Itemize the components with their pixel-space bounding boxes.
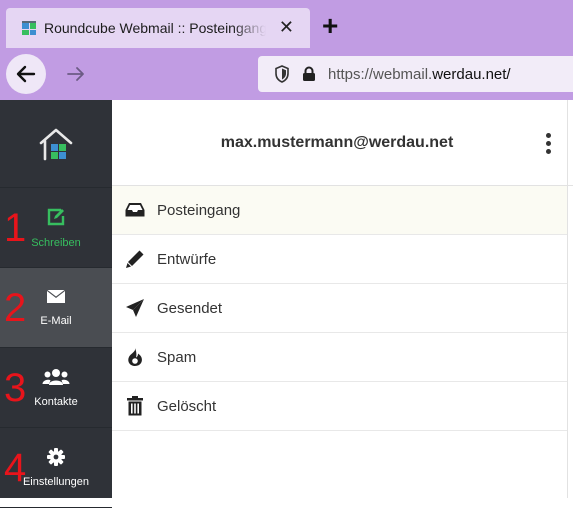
house-logo-icon [39, 128, 73, 160]
folder-label: Posteingang [157, 201, 241, 219]
browser-tab[interactable]: Roundcube Webmail :: Posteingang ✕ [6, 8, 310, 48]
sidebar-item-contacts[interactable]: 3 Kontakte [0, 348, 112, 428]
close-tab-icon[interactable]: ✕ [279, 18, 294, 36]
sidebar-item-label: Schreiben [31, 236, 81, 249]
url-text: https://webmail.werdau.net/ [328, 65, 511, 83]
annotation-number-4: 4 [4, 445, 27, 490]
back-button[interactable] [6, 54, 46, 94]
compose-icon [47, 208, 65, 225]
folder-item-spam[interactable]: Spam [112, 333, 567, 382]
folder-label: Gesendet [157, 299, 223, 317]
folder-pane: max.mustermann@werdau.net Posteingang En… [112, 100, 573, 498]
browser-nav-bar: https://webmail.werdau.net/ [0, 48, 573, 100]
more-options-icon[interactable] [546, 133, 554, 157]
new-tab-button[interactable]: + [322, 12, 338, 40]
gear-icon [47, 447, 65, 466]
folder-list: Posteingang Entwürfe Gesendet Spam Gelös… [112, 186, 573, 431]
roundcube-logo[interactable] [0, 100, 112, 188]
annotation-number-3: 3 [4, 365, 27, 410]
users-icon [42, 368, 70, 385]
sidebar: 1 Schreiben 2 E-Mail 3 Kontakte 4 Einste… [0, 100, 112, 508]
sidebar-item-label: Kontakte [34, 395, 78, 408]
folder-label: Gelöscht [157, 397, 217, 415]
envelope-icon [47, 289, 65, 303]
sidebar-item-mail[interactable]: 2 E-Mail [0, 268, 112, 348]
sidebar-item-settings[interactable]: 4 Einstellungen [0, 428, 112, 508]
url-bar[interactable]: https://webmail.werdau.net/ [258, 56, 573, 92]
folder-item-sent[interactable]: Gesendet [112, 284, 567, 333]
roundcube-favicon-icon [22, 21, 36, 35]
account-email: max.mustermann@werdau.net [220, 133, 454, 151]
browser-tab-bar: Roundcube Webmail :: Posteingang ✕ + [0, 0, 573, 48]
sidebar-item-label: Einstellungen [22, 475, 90, 488]
forward-button[interactable] [62, 60, 90, 88]
folder-item-inbox[interactable]: Posteingang [112, 186, 567, 235]
annotation-number-2: 2 [4, 285, 27, 330]
trash-icon [125, 396, 145, 416]
fire-icon [125, 347, 145, 367]
folder-label: Entwürfe [157, 250, 217, 268]
pane-divider [567, 100, 568, 498]
folder-item-trash[interactable]: Gelöscht [112, 382, 567, 431]
sidebar-item-label: E-Mail [40, 314, 72, 327]
arrow-left-icon [16, 65, 36, 83]
paper-plane-icon [125, 298, 145, 318]
lock-icon[interactable] [302, 66, 316, 82]
tab-title: Roundcube Webmail :: Posteingang [44, 20, 266, 36]
roundcube-app: 1 Schreiben 2 E-Mail 3 Kontakte 4 Einste… [0, 100, 573, 508]
folder-pane-header: max.mustermann@werdau.net [112, 100, 573, 186]
arrow-right-icon [67, 67, 84, 81]
folder-item-drafts[interactable]: Entwürfe [112, 235, 567, 284]
sidebar-item-compose[interactable]: 1 Schreiben [0, 188, 112, 268]
annotation-number-1: 1 [4, 205, 27, 250]
folder-label: Spam [157, 348, 197, 366]
inbox-icon [125, 200, 145, 220]
pencil-icon [125, 249, 145, 269]
shield-icon[interactable] [274, 65, 290, 83]
